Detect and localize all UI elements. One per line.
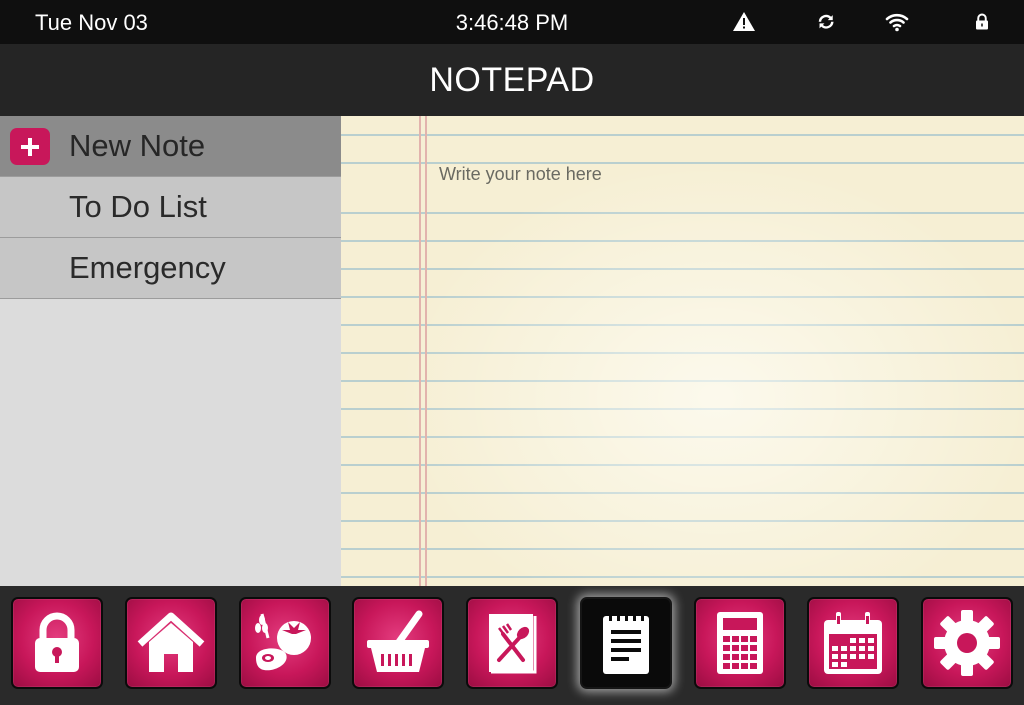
warning-icon[interactable] xyxy=(732,10,756,34)
page-title: NOTEPAD xyxy=(429,60,595,99)
dock-food-button[interactable] xyxy=(239,597,331,689)
shopping-basket-icon xyxy=(367,610,429,672)
dock-home-button[interactable] xyxy=(125,597,217,689)
sidebar-item-label: To Do List xyxy=(69,189,207,224)
status-time: 3:46:48 PM xyxy=(455,10,569,35)
dock-calendar-button[interactable] xyxy=(807,597,899,689)
calculator-icon xyxy=(717,612,763,674)
recipe-book-icon xyxy=(489,614,537,674)
note-input[interactable] xyxy=(439,160,999,188)
wifi-icon[interactable] xyxy=(885,10,909,34)
margin-line xyxy=(425,116,427,586)
sidebar-item-emergency[interactable]: Emergency xyxy=(0,238,341,299)
note-paper xyxy=(341,116,1024,586)
sidebar: New Note To Do List Emergency xyxy=(0,116,341,586)
lock-icon[interactable] xyxy=(970,10,994,34)
sidebar-item-label: New Note xyxy=(69,128,206,163)
home-icon xyxy=(137,612,205,672)
settings-gear-icon xyxy=(934,610,1000,676)
title-bar: NOTEPAD xyxy=(0,44,1024,116)
sidebar-item-new-note[interactable]: New Note xyxy=(0,116,341,177)
dock-shopping-button[interactable] xyxy=(352,597,444,689)
status-bar: Tue Nov 03 3:46:48 PM xyxy=(0,0,1024,44)
dock-calculator-button[interactable] xyxy=(694,597,786,689)
dock xyxy=(0,586,1024,705)
dock-notepad-button[interactable] xyxy=(580,597,672,689)
sidebar-item-to-do-list[interactable]: To Do List xyxy=(0,177,341,238)
dock-recipes-button[interactable] xyxy=(466,597,558,689)
food-icon xyxy=(255,613,311,671)
plus-icon[interactable] xyxy=(10,128,50,165)
sync-icon[interactable] xyxy=(814,10,838,34)
dock-settings-button[interactable] xyxy=(921,597,1013,689)
notepad-icon xyxy=(603,613,649,674)
lock-icon xyxy=(35,612,79,672)
dock-lock-button[interactable] xyxy=(11,597,103,689)
margin-line xyxy=(419,116,421,586)
sidebar-item-label: Emergency xyxy=(69,250,226,285)
calendar-icon xyxy=(824,612,882,674)
